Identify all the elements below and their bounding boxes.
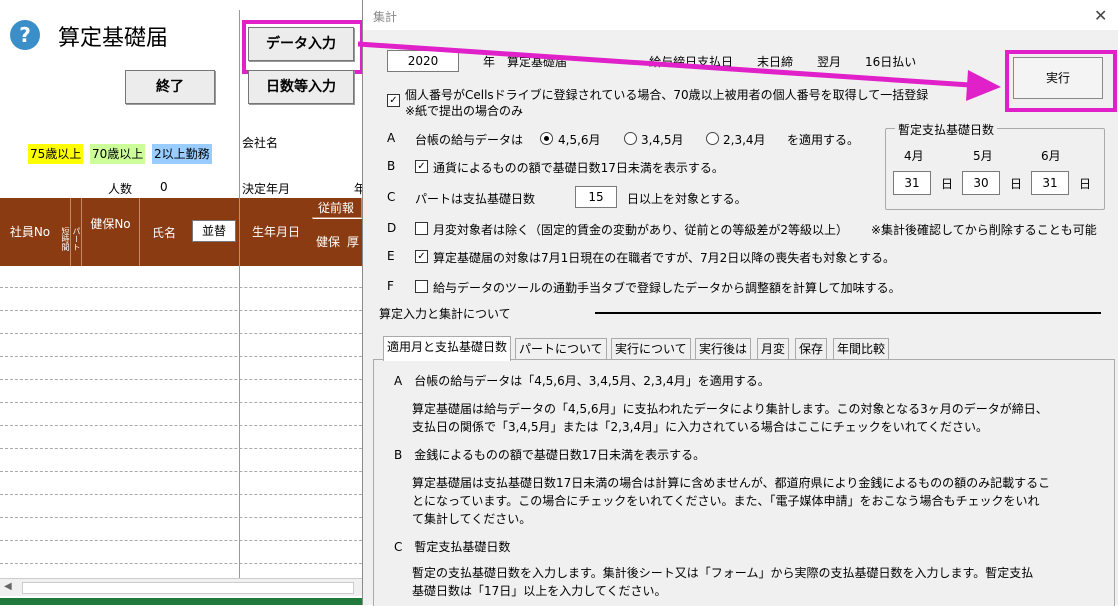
annotation-arrow	[357, 41, 1001, 101]
arrow-head	[966, 70, 1001, 101]
tab-months[interactable]: 適用月と支払基礎日数	[383, 336, 512, 361]
arrow-line	[357, 41, 986, 89]
